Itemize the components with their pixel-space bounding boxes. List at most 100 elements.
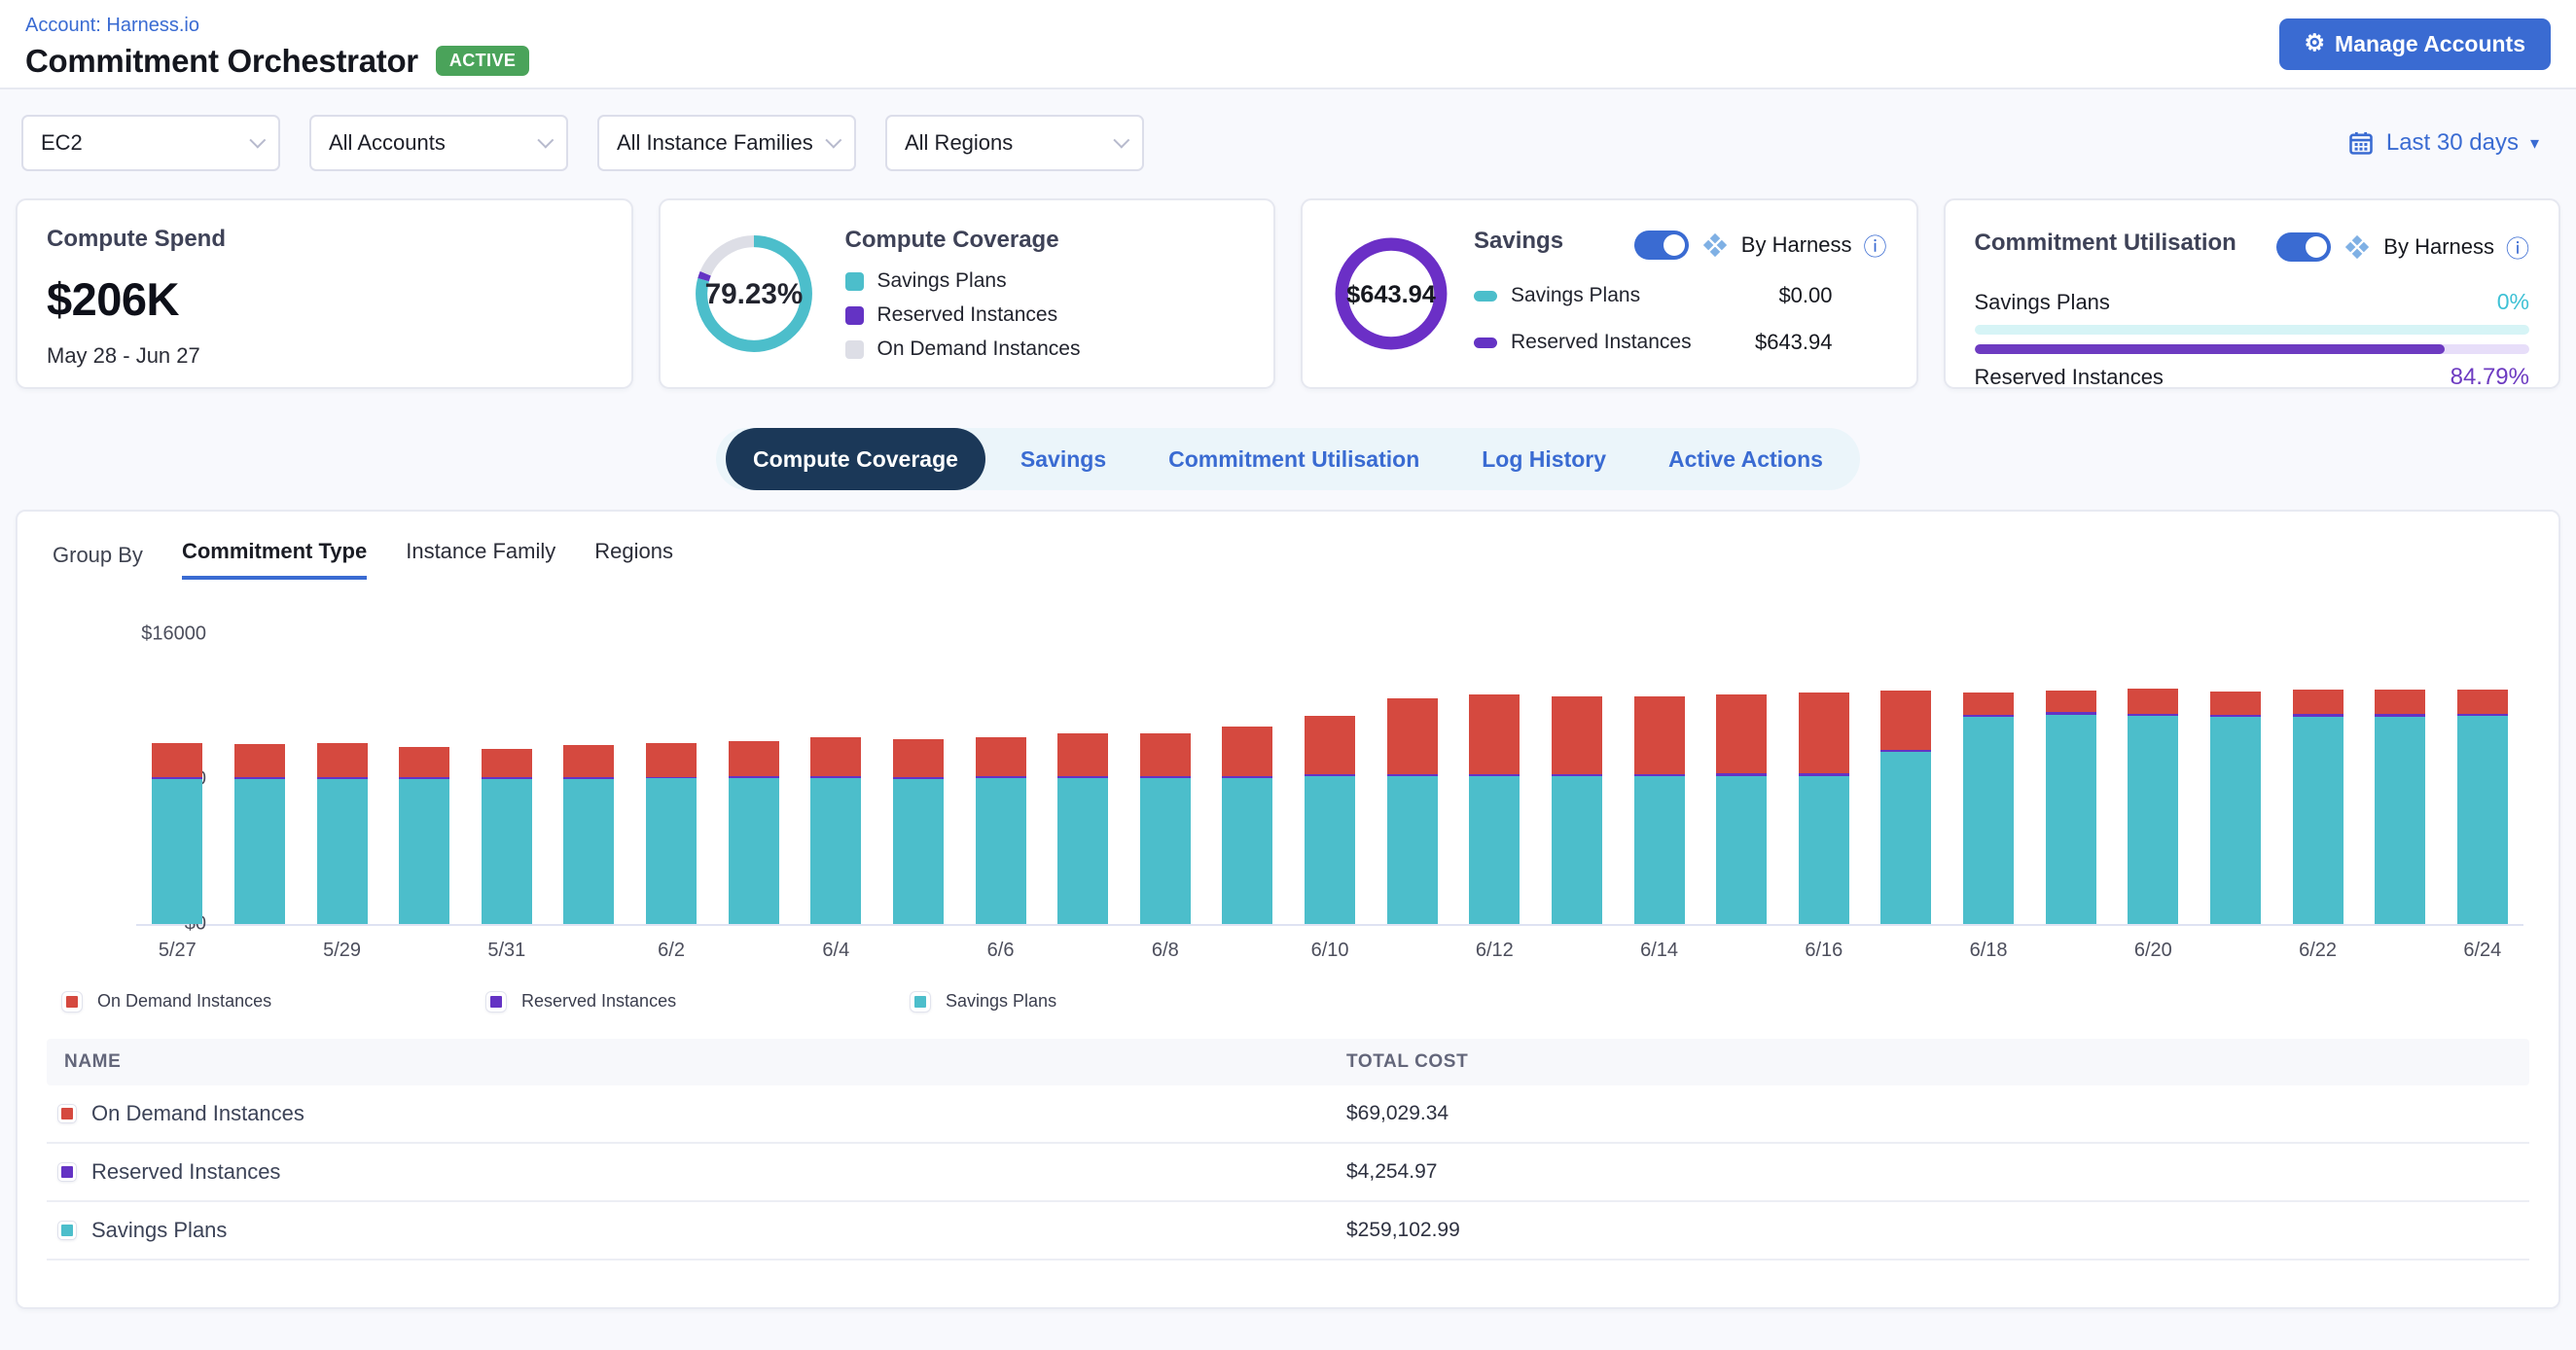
savings-card: $643.94 Savings xyxy=(1301,198,1918,389)
savings-row-value: $0.00 xyxy=(1778,283,1886,308)
savings-plans-segment xyxy=(1140,778,1191,924)
x-tick-label xyxy=(383,940,466,962)
table-row: Savings Plans$259,102.99 xyxy=(47,1202,2529,1261)
utilisation-by-harness-toggle[interactable] xyxy=(2276,232,2331,262)
savings-plans-segment xyxy=(152,779,202,924)
tab-compute-coverage[interactable]: Compute Coverage xyxy=(726,428,985,490)
bar-6-17[interactable] xyxy=(1865,613,1948,924)
stacked-bar xyxy=(1387,698,1438,924)
tabs-wrap: Compute CoverageSavingsCommitment Utilis… xyxy=(0,428,2576,490)
savings-plans-segment xyxy=(893,779,944,924)
bar-5-31[interactable] xyxy=(466,613,549,924)
on-demand-instances-segment xyxy=(2375,690,2425,714)
chart-legend-item: Reserved Instances xyxy=(486,991,911,1012)
on-demand-instances-swatch xyxy=(58,1105,76,1122)
on-demand-instances-segment xyxy=(646,743,697,777)
stacked-bar xyxy=(482,749,532,924)
manage-accounts-label: Manage Accounts xyxy=(2335,31,2525,57)
instance-families-select[interactable]: All Instance Families xyxy=(597,115,856,171)
info-icon[interactable]: ⓘ xyxy=(1864,228,1887,262)
on-demand-instances-segment xyxy=(810,737,861,776)
stacked-bar xyxy=(399,747,449,924)
savings-plans-segment xyxy=(1963,717,2014,924)
savings-total: $643.94 xyxy=(1346,281,1436,308)
on-demand-instances-segment xyxy=(1222,727,1272,776)
tab-log-history[interactable]: Log History xyxy=(1454,428,1633,490)
service-select[interactable]: EC2 xyxy=(21,115,280,171)
on-demand-instances-segment xyxy=(1799,693,1849,773)
x-tick-label: 6/16 xyxy=(1783,940,1866,962)
stacked-bar xyxy=(2128,689,2178,924)
bar-6-9[interactable] xyxy=(1206,613,1289,924)
sp-progress-track xyxy=(1975,325,2530,335)
account-breadcrumb[interactable]: Account: Harness.io xyxy=(25,15,529,37)
chart-legend-label: Savings Plans xyxy=(946,991,1056,1012)
savings-plans-segment xyxy=(1387,776,1438,924)
table-row-total-cost: $4,254.97 xyxy=(1346,1160,2529,1184)
bar-6-4[interactable] xyxy=(795,613,877,924)
bar-6-3[interactable] xyxy=(712,613,795,924)
coverage-legend-label: Savings Plans xyxy=(877,269,1007,293)
x-tick-label: 6/6 xyxy=(959,940,1042,962)
date-range-picker[interactable]: Last 30 days ▾ xyxy=(2347,129,2555,157)
bar-6-15[interactable] xyxy=(1700,613,1783,924)
group-by-regions[interactable]: Regions xyxy=(594,539,673,580)
bar-6-13[interactable] xyxy=(1536,613,1619,924)
bar-6-16[interactable] xyxy=(1783,613,1866,924)
group-by-instance-family[interactable]: Instance Family xyxy=(406,539,555,580)
bar-5-30[interactable] xyxy=(383,613,466,924)
bar-5-28[interactable] xyxy=(219,613,302,924)
bar-5-29[interactable] xyxy=(301,613,383,924)
bar-6-18[interactable] xyxy=(1948,613,2030,924)
date-range-label: Last 30 days xyxy=(2386,129,2519,157)
table-row-name-cell: Reserved Instances xyxy=(47,1159,1346,1185)
savings-plans-segment xyxy=(2293,717,2343,924)
manage-accounts-button[interactable]: ⚙ Manage Accounts xyxy=(2279,18,2551,70)
bar-6-1[interactable] xyxy=(548,613,630,924)
x-tick-label: 5/31 xyxy=(466,940,549,962)
bar-6-7[interactable] xyxy=(1042,613,1125,924)
savings-plans-segment xyxy=(1469,776,1520,924)
on-demand-instances-segment xyxy=(1716,694,1767,773)
bar-6-21[interactable] xyxy=(2195,613,2277,924)
table-row-name: Savings Plans xyxy=(91,1218,227,1243)
bar-6-11[interactable] xyxy=(1371,613,1453,924)
savings-by-harness-toggle[interactable] xyxy=(1634,231,1689,260)
info-icon[interactable]: ⓘ xyxy=(2506,230,2529,264)
tab-savings[interactable]: Savings xyxy=(993,428,1133,490)
bar-6-19[interactable] xyxy=(2029,613,2112,924)
service-select-value: EC2 xyxy=(41,130,83,156)
savings-plans-segment xyxy=(1799,776,1849,924)
table-row-total-cost: $69,029.34 xyxy=(1346,1102,2529,1125)
bar-6-22[interactable] xyxy=(2276,613,2359,924)
bar-6-20[interactable] xyxy=(2112,613,2195,924)
stacked-bar xyxy=(2457,690,2508,924)
bar-6-5[interactable] xyxy=(877,613,960,924)
regions-select[interactable]: All Regions xyxy=(885,115,1144,171)
chart-plot-area: $0$8000$16000 xyxy=(136,613,2523,926)
stacked-bar xyxy=(2210,692,2261,924)
bar-6-6[interactable] xyxy=(959,613,1042,924)
bar-6-8[interactable] xyxy=(1125,613,1207,924)
stacked-bar xyxy=(1716,694,1767,924)
compute-spend-card: Compute Spend $206K May 28 - Jun 27 xyxy=(16,198,633,389)
ri-progress-track xyxy=(1975,344,2530,354)
bar-6-12[interactable] xyxy=(1453,613,1536,924)
tab-commitment-utilisation[interactable]: Commitment Utilisation xyxy=(1141,428,1447,490)
bar-6-24[interactable] xyxy=(2442,613,2524,924)
bar-6-2[interactable] xyxy=(630,613,713,924)
col-name: NAME xyxy=(47,1051,1346,1073)
bar-6-14[interactable] xyxy=(1618,613,1700,924)
group-by-commitment-type[interactable]: Commitment Type xyxy=(182,539,367,580)
savings-plans-segment xyxy=(2046,715,2096,924)
app-header: Account: Harness.io Commitment Orchestra… xyxy=(0,0,2576,89)
by-harness-label: By Harness xyxy=(2383,234,2494,260)
accounts-select[interactable]: All Accounts xyxy=(309,115,568,171)
tab-active-actions[interactable]: Active Actions xyxy=(1641,428,1850,490)
bar-6-10[interactable] xyxy=(1289,613,1372,924)
savings-plans-segment xyxy=(810,778,861,924)
bar-5-27[interactable] xyxy=(136,613,219,924)
bar-6-23[interactable] xyxy=(2359,613,2442,924)
savings-plans-swatch xyxy=(58,1222,76,1239)
x-tick-label xyxy=(219,940,302,962)
